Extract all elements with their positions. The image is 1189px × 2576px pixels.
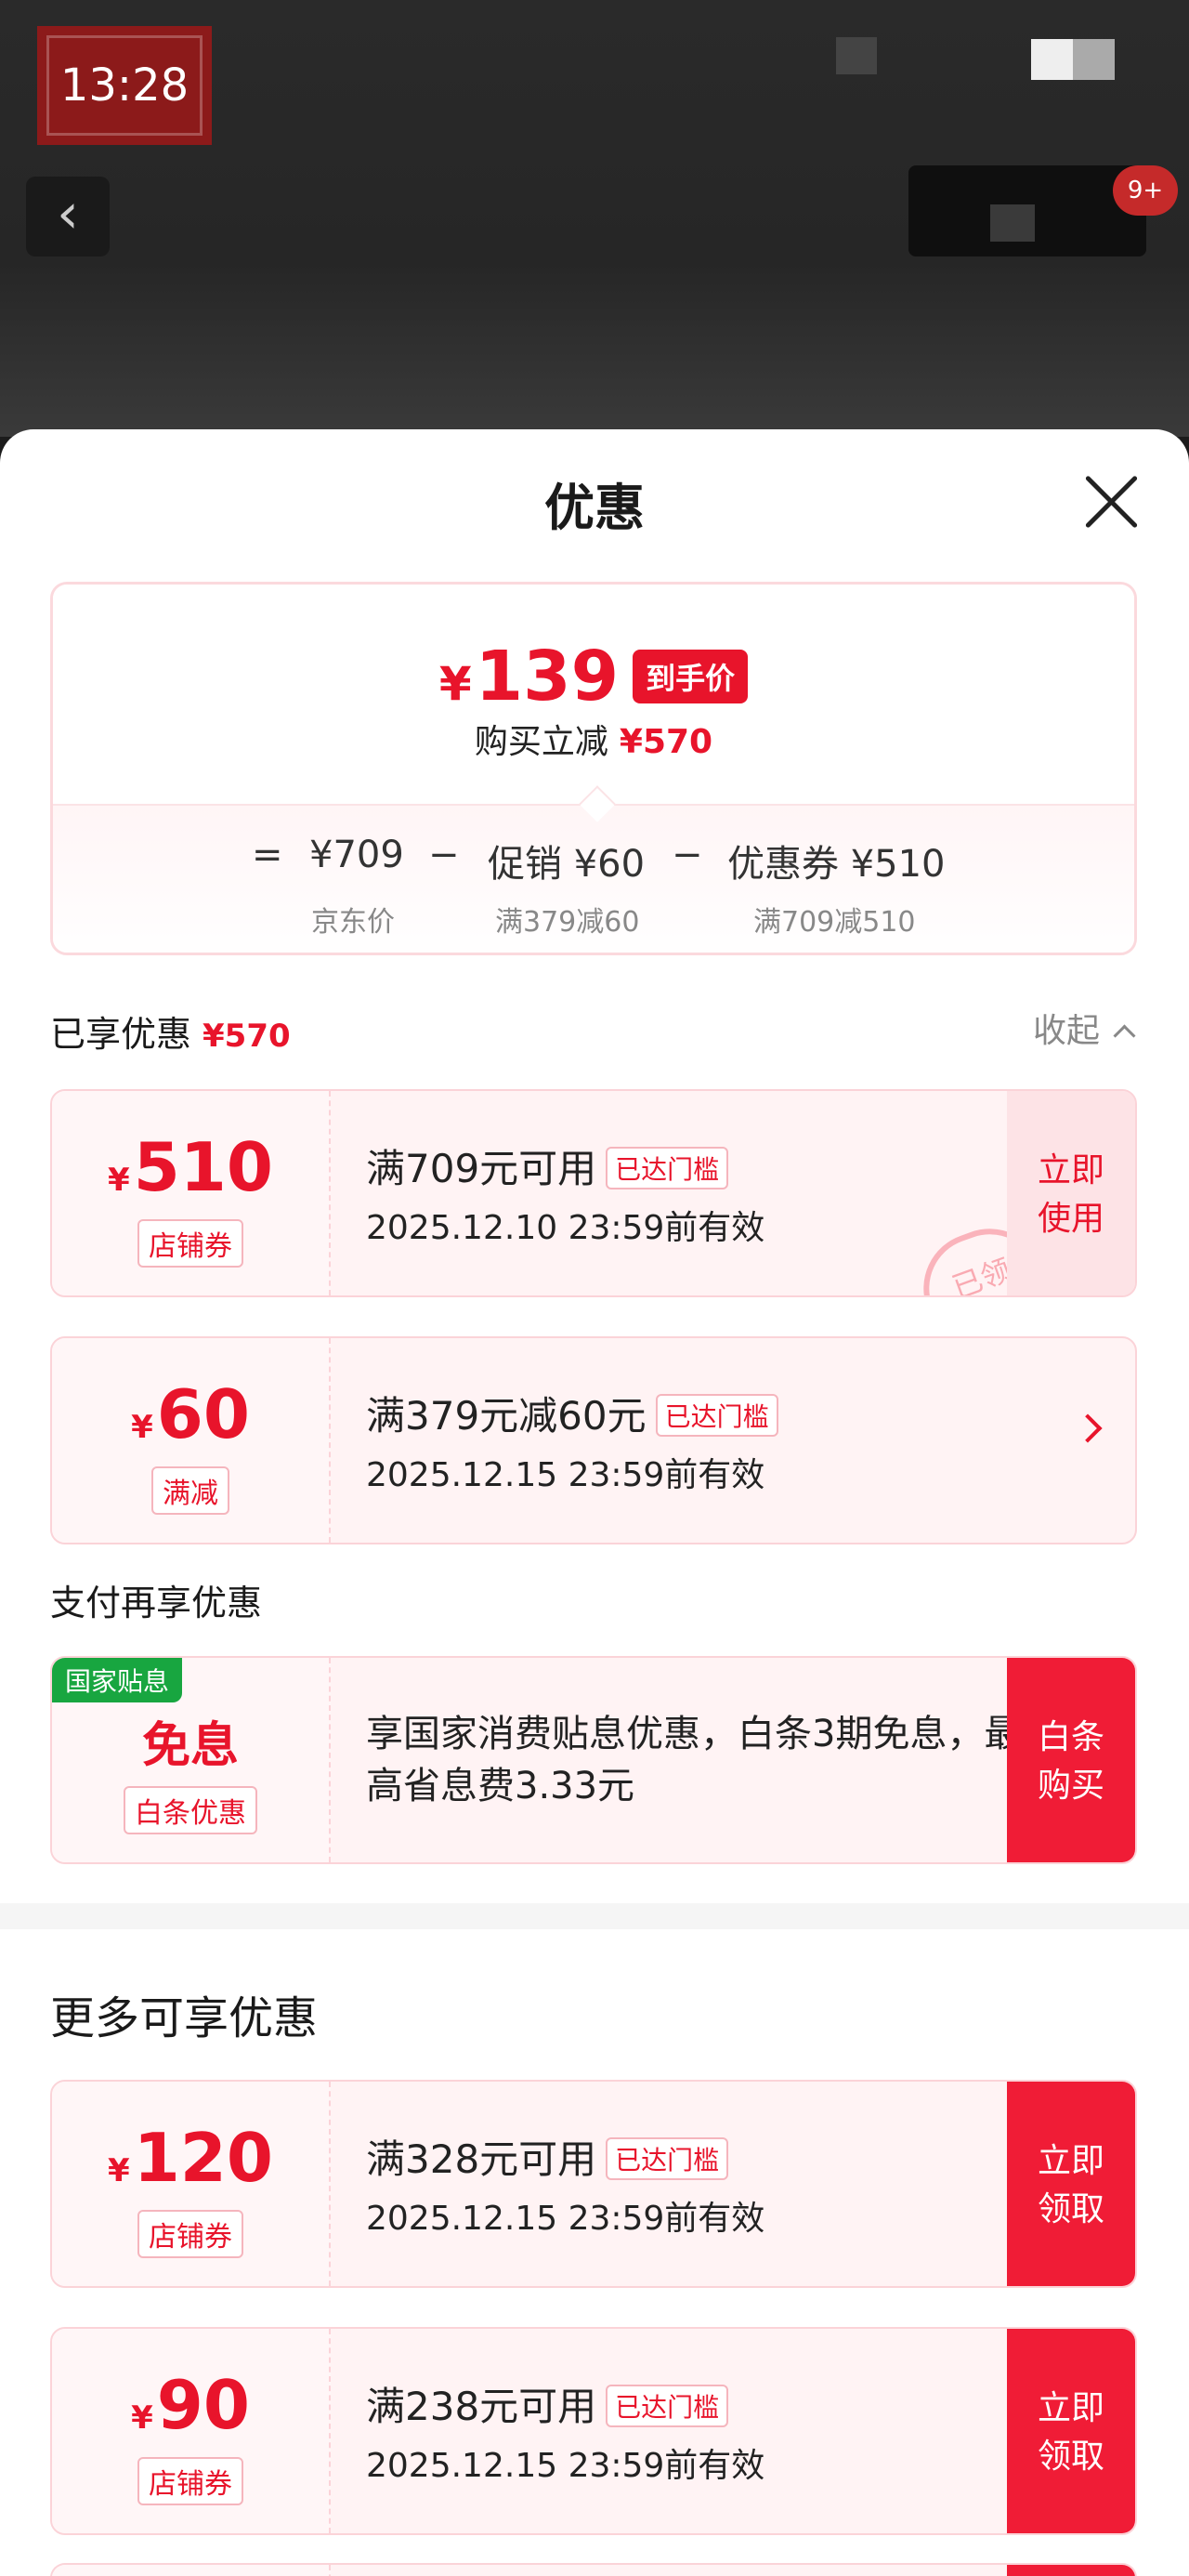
pay-section-label: 支付再享优惠 xyxy=(50,1583,263,1623)
coupon-left xyxy=(52,2565,331,2576)
final-price-value: 139 xyxy=(475,637,620,716)
discount-sheet: 优惠 ¥139 到手价 购买立减 ¥570 = ¥709 京东价 − 促销 ¥60… xyxy=(0,429,1189,2576)
coupon-amount: ¥90 xyxy=(52,2366,329,2444)
final-price-tag: 到手价 xyxy=(633,650,749,703)
coupon-condition: 满709元可用 已达门槛 xyxy=(366,1137,729,1194)
jd-price: ¥709 xyxy=(309,834,404,876)
minus-sign: − xyxy=(672,834,703,876)
reached-badge: 已达门槛 xyxy=(606,1147,729,1189)
interest-free-title: 免息 xyxy=(141,1718,239,1774)
coupon-amount-value: 90 xyxy=(156,2366,250,2444)
coupon-card: ¥120 店铺券 满328元可用 已达门槛 2025.12.15 23:59前有效… xyxy=(50,2080,1137,2288)
claim-now-button[interactable]: 立即领取 xyxy=(1007,2082,1135,2286)
payment-offer-card: 国家贴息 免息 白条优惠 享国家消费贴息优惠，白条3期免息，最高省息费3.33元… xyxy=(50,1656,1137,1864)
coupon-type-label: 满减 xyxy=(151,1466,229,1515)
coupon-condition: 满328元可用 已达门槛 xyxy=(366,2128,729,2185)
minus-sign: − xyxy=(428,834,460,876)
final-price-row: ¥139 到手价 xyxy=(53,637,1134,716)
coupon-card: ¥510 店铺券 满709元可用 已达门槛 2025.12.10 23:59前有效… xyxy=(50,1089,1137,1297)
coupon-type-label: 店铺券 xyxy=(137,2457,243,2505)
reduce-amount: ¥570 xyxy=(619,723,713,761)
coupon-expire: 2025.12.15 23:59前有效 xyxy=(366,2200,765,2238)
coupon-expire: 2025.12.10 23:59前有效 xyxy=(366,1209,765,1247)
promo-amount: 促销 ¥60 xyxy=(488,843,646,886)
status-indicator xyxy=(836,37,877,74)
coupon-type-label: 店铺券 xyxy=(137,1219,243,1268)
coupon-amount: 优惠券 ¥510 xyxy=(727,843,946,886)
coupon-amount-value: 120 xyxy=(133,2119,273,2197)
coupon-condition-text: 满379元减60元 xyxy=(366,1393,647,1439)
claim-now-button-partial[interactable] xyxy=(1007,2565,1135,2576)
coupon-amount: ¥510 xyxy=(52,1128,329,1206)
final-price: ¥139 xyxy=(439,637,619,716)
back-button[interactable]: ‹ xyxy=(26,177,110,256)
price-formula: = ¥709 京东价 − 促销 ¥60 满379减60 − 优惠券 ¥510 满… xyxy=(53,804,1134,953)
header-actions[interactable] xyxy=(908,165,1146,256)
coupon-condition-text: 满238元可用 xyxy=(366,2384,597,2429)
offer-description: 享国家消费贴息优惠，白条3期免息，最高省息费3.33元 xyxy=(366,1713,1022,1807)
coupon-condition: 满238元可用 已达门槛 xyxy=(366,2375,729,2432)
promo-label: 满379减60 xyxy=(495,906,640,939)
yen-symbol: ¥ xyxy=(108,2152,130,2189)
coupon-card-partial xyxy=(50,2563,1137,2576)
collapse-button[interactable]: 收起 xyxy=(1033,1004,1132,1052)
yen-symbol: ¥ xyxy=(131,1409,153,1446)
close-icon[interactable] xyxy=(1081,472,1141,532)
status-time: 13:28 xyxy=(59,59,189,112)
equals-sign: = xyxy=(252,834,283,876)
enjoyed-amount: ¥570 xyxy=(203,1018,291,1055)
yen-symbol: ¥ xyxy=(438,657,472,711)
jd-price-label: 京东价 xyxy=(311,906,395,939)
product-header-backdrop: 13:28 ‹ 9+ xyxy=(0,0,1189,437)
use-now-button[interactable]: 立即使用 xyxy=(1007,1091,1135,1295)
offer-type: 白条优惠 xyxy=(52,1786,329,1834)
cart-badge: 9+ xyxy=(1113,165,1178,216)
baitiao-buy-button[interactable]: 白条购买 xyxy=(1007,1658,1135,1862)
coupon-amount-value: 60 xyxy=(156,1375,250,1453)
enjoyed-header: 已享优惠 ¥570 xyxy=(50,1005,291,1057)
coupon-type-label: 店铺券 xyxy=(137,2210,243,2258)
coupon-card: ¥90 店铺券 满238元可用 已达门槛 2025.12.15 23:59前有效 … xyxy=(50,2327,1137,2535)
coupon-amount-value: 510 xyxy=(133,1128,273,1206)
coupon-type: 店铺券 xyxy=(52,2457,329,2505)
coupon-label: 满709减510 xyxy=(753,906,916,939)
yen-symbol: ¥ xyxy=(131,2399,153,2437)
coupon-type: 店铺券 xyxy=(52,2210,329,2258)
sheet-title: 优惠 xyxy=(544,479,645,537)
coupon-expire: 2025.12.15 23:59前有效 xyxy=(366,1456,765,1494)
reached-badge: 已达门槛 xyxy=(606,2137,729,2180)
coupon-amount: ¥60 xyxy=(52,1375,329,1453)
share-icon xyxy=(990,204,1035,242)
coupon-type: 满减 xyxy=(52,1466,329,1515)
reached-badge: 已达门槛 xyxy=(655,1394,778,1437)
chevron-right-icon[interactable] xyxy=(1073,1413,1103,1443)
reduce-label: 购买立减 xyxy=(474,723,608,761)
status-time-badge: 13:28 xyxy=(37,26,212,145)
summary-top: ¥139 到手价 购买立减 ¥570 xyxy=(53,585,1134,804)
reduce-row: 购买立减 ¥570 xyxy=(53,715,1134,763)
coupon-condition-text: 满328元可用 xyxy=(366,2136,597,2182)
coupon-expire: 2025.12.15 23:59前有效 xyxy=(366,2447,765,2485)
offer-type-label: 白条优惠 xyxy=(124,1786,257,1834)
coupon-amount: ¥120 xyxy=(52,2119,329,2197)
coupon-type: 店铺券 xyxy=(52,1219,329,1268)
reached-badge: 已达门槛 xyxy=(606,2385,729,2427)
coupon-condition-text: 满709元可用 xyxy=(366,1146,597,1191)
yen-symbol: ¥ xyxy=(108,1162,130,1199)
enjoyed-label: 已享优惠 xyxy=(50,1014,192,1055)
more-section-label: 更多可享优惠 xyxy=(50,1992,319,2044)
battery-icon xyxy=(1031,39,1115,80)
coupon-condition: 满379元减60元 已达门槛 xyxy=(366,1385,778,1441)
claim-now-button[interactable]: 立即领取 xyxy=(1007,2329,1135,2533)
price-summary-card: ¥139 到手价 购买立减 ¥570 = ¥709 京东价 − 促销 ¥60 满3… xyxy=(50,582,1137,955)
gov-subsidy-tag: 国家贴息 xyxy=(52,1658,183,1702)
section-divider xyxy=(0,1903,1189,1929)
coupon-card[interactable]: ¥60 满减 满379元减60元 已达门槛 2025.12.15 23:59前有效 xyxy=(50,1336,1137,1544)
